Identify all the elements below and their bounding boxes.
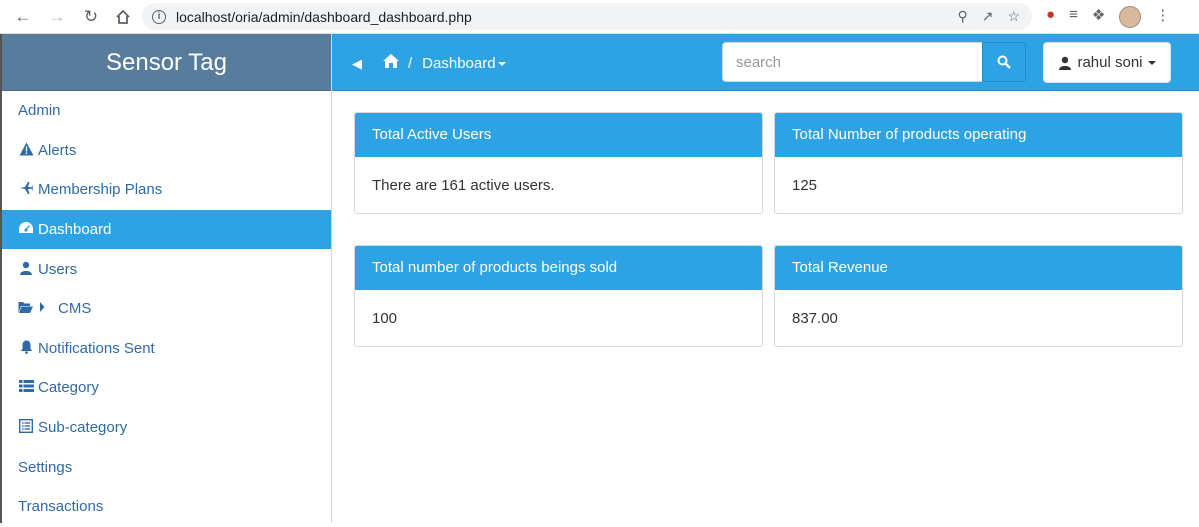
- sidebar-menu: Admin Alerts Membership Plans Dashboard User…: [2, 91, 331, 527]
- sidebar-item-admin[interactable]: Admin: [2, 91, 331, 131]
- sidebar-item-label: Admin: [18, 102, 61, 120]
- search-input[interactable]: [722, 42, 983, 82]
- sidebar-item-label: Sub-category: [38, 419, 128, 437]
- breadcrumb-dashboard[interactable]: Dashboard: [422, 55, 506, 72]
- caret-down-icon: [1147, 60, 1156, 65]
- sidebar-item-label: Transactions: [18, 498, 104, 516]
- panel-title: Total number of products beings sold: [355, 246, 762, 290]
- folder-open-icon: [18, 300, 54, 317]
- sidebar-item-transactions[interactable]: Transactions: [2, 487, 331, 527]
- search-icon: [997, 55, 1011, 69]
- sidebar-item-label: Settings: [18, 458, 73, 476]
- reading-list-icon[interactable]: ≡: [1069, 6, 1078, 28]
- bookmark-star-icon[interactable]: ☆: [1007, 8, 1020, 25]
- sidebar-item-alerts[interactable]: Alerts: [2, 131, 331, 171]
- menu-dots-icon[interactable]: ⋮: [1155, 6, 1170, 28]
- sidebar-item-membership-plans[interactable]: Membership Plans: [2, 170, 331, 210]
- home-icon[interactable]: [382, 53, 400, 74]
- sidebar-item-label: Users: [38, 260, 78, 278]
- search-button[interactable]: [982, 42, 1026, 82]
- sidebar-item-label: Category: [38, 379, 99, 397]
- panel-active-users: Total Active Users There are 161 active …: [354, 112, 763, 214]
- brand-title[interactable]: Sensor Tag: [2, 34, 331, 91]
- user-icon: [18, 261, 34, 278]
- list-alt-icon: [18, 419, 34, 436]
- user-name: rahul soni: [1077, 54, 1143, 71]
- share-icon[interactable]: ↗: [982, 8, 994, 25]
- plane-icon: [18, 181, 34, 198]
- panel-products-operating: Total Number of products operating 125: [774, 112, 1183, 214]
- home-icon[interactable]: [112, 6, 134, 28]
- panel-body: There are 161 active users.: [372, 177, 555, 194]
- sidebar-item-category[interactable]: Category: [2, 368, 331, 408]
- sidebar-item-cms[interactable]: CMS: [2, 289, 331, 329]
- sidebar-toggle-icon[interactable]: ◀: [352, 56, 362, 72]
- breadcrumb-dashboard-label: Dashboard: [422, 55, 496, 72]
- sidebar-item-sub-category[interactable]: Sub-category: [2, 408, 331, 448]
- sidebar-item-label: Dashboard: [38, 221, 112, 239]
- extension-icon[interactable]: ●: [1046, 6, 1055, 28]
- zoom-icon[interactable]: ⚲: [957, 8, 967, 25]
- user-menu-button[interactable]: rahul soni: [1043, 42, 1171, 83]
- warning-icon: [18, 142, 34, 159]
- sidebar-item-settings[interactable]: Settings: [2, 447, 331, 487]
- panel-title: Total Revenue: [775, 246, 1182, 290]
- top-navbar: ◀ / Dashboard rahul soni: [332, 34, 1199, 91]
- url-text[interactable]: localhost/oria/admin/dashboard_dashboard…: [176, 9, 472, 25]
- breadcrumb-separator: /: [408, 55, 413, 72]
- bell-icon: [18, 340, 34, 357]
- sidebar: Sensor Tag Admin Alerts Membership Plans Da…: [0, 34, 332, 523]
- sidebar-item-users[interactable]: Users: [2, 249, 331, 289]
- panel-body: 125: [792, 177, 818, 194]
- site-info-icon[interactable]: i: [152, 9, 166, 24]
- puzzle-icon[interactable]: ❖: [1092, 6, 1105, 28]
- list-icon: [18, 379, 34, 396]
- sidebar-item-label: Notifications Sent: [38, 339, 155, 357]
- dashboard-icon: [18, 221, 34, 238]
- panel-title: Total Active Users: [355, 113, 762, 157]
- panel-title: Total Number of products operating: [775, 113, 1182, 157]
- caret-down-icon: [497, 62, 506, 67]
- panel-total-revenue: Total Revenue 837.00: [774, 245, 1183, 347]
- forward-arrow-icon[interactable]: →: [46, 6, 68, 28]
- sidebar-item-label: Alerts: [38, 141, 77, 159]
- panel-products-sold: Total number of products beings sold 100: [354, 245, 763, 347]
- sidebar-item-label: Membership Plans: [38, 181, 163, 199]
- sidebar-item-dashboard[interactable]: Dashboard: [2, 209, 331, 250]
- back-arrow-icon[interactable]: ←: [12, 6, 34, 28]
- profile-avatar-icon[interactable]: [1119, 6, 1142, 28]
- reload-icon[interactable]: ↻: [80, 6, 102, 28]
- panel-body: 837.00: [792, 310, 838, 327]
- sidebar-item-label: CMS: [58, 300, 92, 318]
- address-bar[interactable]: i localhost/oria/admin/dashboard_dashboa…: [142, 3, 1032, 30]
- user-icon: [1059, 56, 1072, 70]
- browser-toolbar: ← → ↻ i localhost/oria/admin/dashboard_d…: [0, 0, 1199, 34]
- panel-body: 100: [372, 310, 398, 327]
- breadcrumb: ◀ / Dashboard: [352, 53, 506, 74]
- sidebar-item-notifications-sent[interactable]: Notifications Sent: [2, 329, 331, 369]
